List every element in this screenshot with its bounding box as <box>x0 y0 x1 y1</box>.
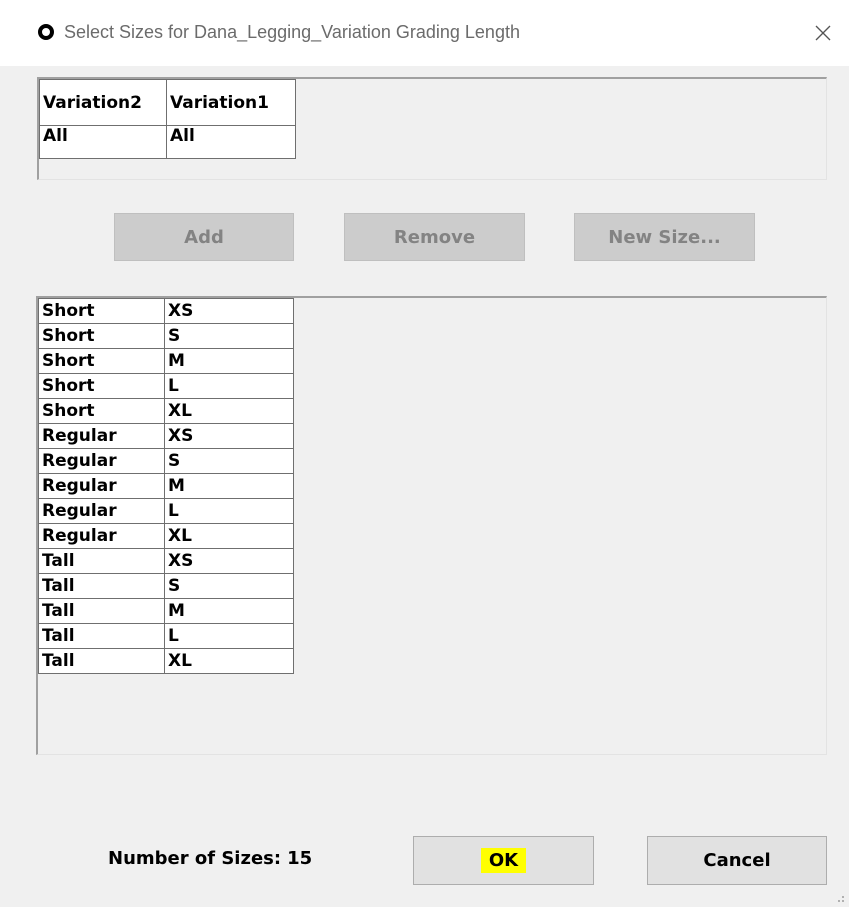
table-row[interactable]: Short L <box>38 373 294 399</box>
size-cell-variation1[interactable]: M <box>164 598 294 624</box>
table-row[interactable]: Regular M <box>38 473 294 499</box>
number-of-sizes-value: 15 <box>287 848 313 869</box>
table-row[interactable]: All All <box>39 125 296 159</box>
size-cell-variation2[interactable]: Tall <box>38 573 165 599</box>
close-button[interactable] <box>808 18 838 48</box>
size-cell-variation2[interactable]: Tall <box>38 598 165 624</box>
size-cell-variation2[interactable]: Short <box>38 373 165 399</box>
size-cell-variation2[interactable]: Regular <box>38 523 165 549</box>
table-row[interactable]: Short XS <box>38 298 294 324</box>
size-cell-variation2[interactable]: Tall <box>38 623 165 649</box>
close-icon <box>815 25 831 41</box>
table-row[interactable]: Short M <box>38 348 294 374</box>
ok-button-label: OK <box>480 848 527 873</box>
size-cell-variation1[interactable]: S <box>164 323 294 349</box>
size-cell-variation2[interactable]: Regular <box>38 473 165 499</box>
table-row[interactable]: Tall M <box>38 598 294 624</box>
size-cell-variation1[interactable]: S <box>164 448 294 474</box>
sizes-table: Short XS Short S Short M Short L Short XL Regular X… <box>38 298 294 674</box>
ok-button[interactable]: OK <box>413 836 594 885</box>
size-cell-variation1[interactable]: XS <box>164 423 294 449</box>
size-cell-variation2[interactable]: Regular <box>38 448 165 474</box>
size-cell-variation1[interactable]: XL <box>164 398 294 424</box>
table-row[interactable]: Regular L <box>38 498 294 524</box>
size-cell-variation2[interactable]: Short <box>38 348 165 374</box>
table-row[interactable]: Regular S <box>38 448 294 474</box>
size-cell-variation2[interactable]: Tall <box>38 648 165 674</box>
number-of-sizes: Number of Sizes: 15 <box>108 848 312 869</box>
table-row[interactable]: Tall S <box>38 573 294 599</box>
size-cell-variation1[interactable]: XL <box>164 523 294 549</box>
size-cell-variation1[interactable]: L <box>164 623 294 649</box>
size-cell-variation2[interactable]: Short <box>38 323 165 349</box>
new-size-button[interactable]: New Size... <box>574 213 755 261</box>
size-cell-variation1[interactable]: S <box>164 573 294 599</box>
table-row[interactable]: Regular XL <box>38 523 294 549</box>
size-cell-variation2[interactable]: Tall <box>38 548 165 574</box>
size-cell-variation1[interactable]: XS <box>164 298 294 324</box>
size-cell-variation1[interactable]: M <box>164 348 294 374</box>
variation-filter-panel: Variation2 Variation1 All All <box>37 77 827 180</box>
size-cell-variation2[interactable]: Short <box>38 298 165 324</box>
sizes-list-panel: Short XS Short S Short M Short L Short XL Regular X… <box>36 296 827 755</box>
variation-filter-table: Variation2 Variation1 All All <box>39 79 296 159</box>
table-row[interactable]: Tall L <box>38 623 294 649</box>
table-row[interactable]: Tall XS <box>38 548 294 574</box>
table-row[interactable]: Regular XS <box>38 423 294 449</box>
size-cell-variation2[interactable]: Regular <box>38 423 165 449</box>
size-cell-variation1[interactable]: L <box>164 373 294 399</box>
table-row[interactable]: Short XL <box>38 398 294 424</box>
window-title: Select Sizes for Dana_Legging_Variation … <box>64 22 520 42</box>
remove-button[interactable]: Remove <box>344 213 525 261</box>
size-cell-variation2[interactable]: Short <box>38 398 165 424</box>
resize-grip-icon[interactable] <box>833 891 845 903</box>
size-cell-variation1[interactable]: M <box>164 473 294 499</box>
add-button[interactable]: Add <box>114 213 294 261</box>
size-cell-variation1[interactable]: XL <box>164 648 294 674</box>
column-header-variation1[interactable]: Variation1 <box>166 79 296 126</box>
filter-cell-variation2[interactable]: All <box>39 125 167 159</box>
filter-cell-variation1[interactable]: All <box>166 125 296 159</box>
cancel-button[interactable]: Cancel <box>647 836 827 885</box>
table-row[interactable]: Tall XL <box>38 648 294 674</box>
size-cell-variation1[interactable]: XS <box>164 548 294 574</box>
size-cell-variation1[interactable]: L <box>164 498 294 524</box>
title-bar: Select Sizes for Dana_Legging_Variation … <box>0 0 849 66</box>
number-of-sizes-label: Number of Sizes: <box>108 848 282 869</box>
app-ring-icon <box>38 24 54 40</box>
table-row[interactable]: Short S <box>38 323 294 349</box>
column-header-variation2[interactable]: Variation2 <box>39 79 167 126</box>
size-cell-variation2[interactable]: Regular <box>38 498 165 524</box>
